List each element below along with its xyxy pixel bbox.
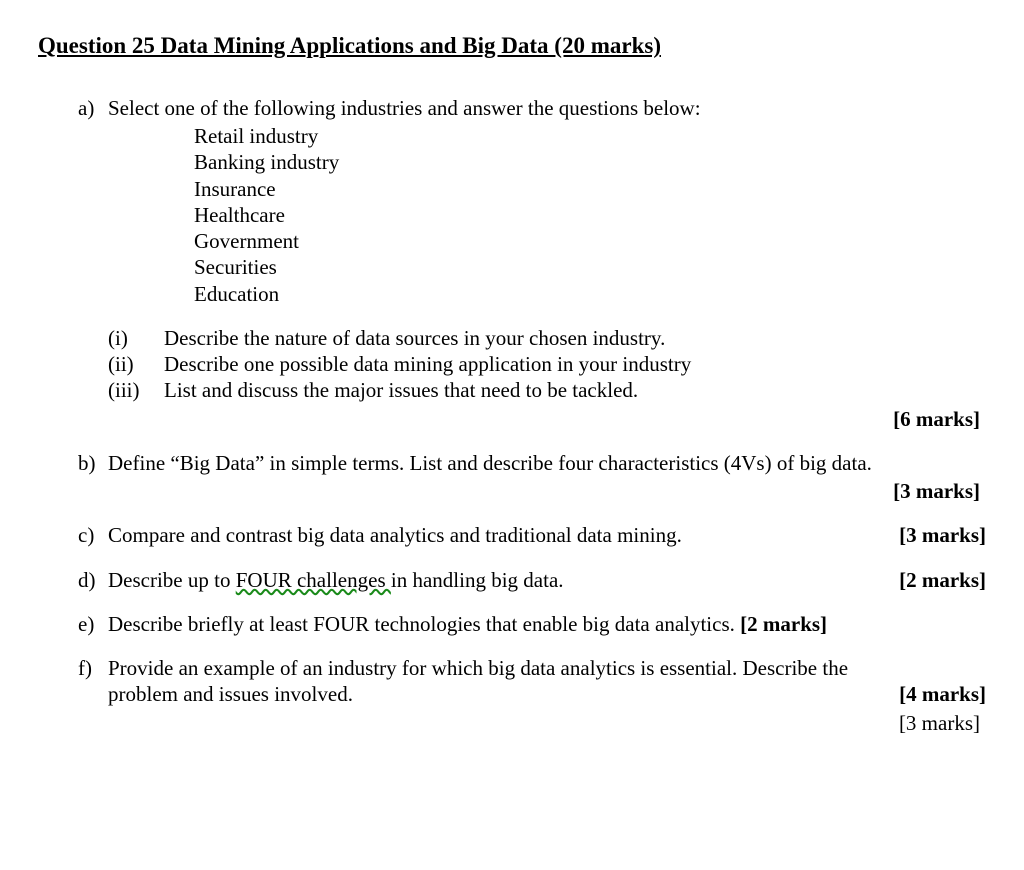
part-b-marks: [3 marks] xyxy=(108,478,986,504)
part-c-marks: [3 marks] xyxy=(899,522,986,548)
part-e-label: e) xyxy=(78,611,108,637)
part-e-marks: [2 marks] xyxy=(740,612,827,636)
part-a-label: a) xyxy=(78,95,108,432)
part-d-label: d) xyxy=(78,567,108,593)
industry-item: Education xyxy=(194,281,986,307)
part-e-text: Describe briefly at least FOUR technolog… xyxy=(108,612,740,636)
part-c-label: c) xyxy=(78,522,108,548)
part-a-prompt: Select one of the following industries a… xyxy=(108,95,986,121)
part-d-text: Describe up to FOUR challenges in handli… xyxy=(108,567,859,593)
sub-ii-label: (ii) xyxy=(108,351,164,377)
part-f: f) Provide an example of an industry for… xyxy=(78,655,986,736)
industry-item: Insurance xyxy=(194,176,986,202)
part-a-subquestions: (i) Describe the nature of data sources … xyxy=(108,325,986,404)
part-b-text: Define “Big Data” in simple terms. List … xyxy=(108,450,986,476)
part-f-text: Provide an example of an industry for wh… xyxy=(108,655,859,708)
part-a-marks: [6 marks] xyxy=(108,406,986,432)
sub-ii-text: Describe one possible data mining applic… xyxy=(164,351,691,377)
part-f-marks: [4 marks] xyxy=(899,681,986,707)
sub-i-label: (i) xyxy=(108,325,164,351)
industry-item: Banking industry xyxy=(194,149,986,175)
part-d: d) Describe up to FOUR challenges in han… xyxy=(78,567,986,593)
sub-iii-label: (iii) xyxy=(108,377,164,403)
part-d-suffix: in handling big data. xyxy=(391,568,564,592)
sub-iii-text: List and discuss the major issues that n… xyxy=(164,377,638,403)
part-f-label: f) xyxy=(78,655,108,736)
part-b: b) Define “Big Data” in simple terms. Li… xyxy=(78,450,986,505)
part-c: c) Compare and contrast big data analyti… xyxy=(78,522,986,548)
industry-item: Securities xyxy=(194,254,986,280)
part-b-label: b) xyxy=(78,450,108,505)
part-f-marks2: [3 marks] xyxy=(108,710,986,736)
part-e-line: Describe briefly at least FOUR technolog… xyxy=(108,611,986,637)
part-d-prefix: Describe up to xyxy=(108,568,236,592)
question-title: Question 25 Data Mining Applications and… xyxy=(38,32,986,61)
industry-list: Retail industry Banking industry Insuran… xyxy=(194,123,986,307)
part-d-marks: [2 marks] xyxy=(899,567,986,593)
part-a: a) Select one of the following industrie… xyxy=(78,95,986,432)
industry-item: Retail industry xyxy=(194,123,986,149)
sub-i-text: Describe the nature of data sources in y… xyxy=(164,325,665,351)
industry-item: Government xyxy=(194,228,986,254)
part-e: e) Describe briefly at least FOUR techno… xyxy=(78,611,986,637)
part-c-text: Compare and contrast big data analytics … xyxy=(108,522,859,548)
part-d-wavy: FOUR challenges xyxy=(236,568,391,592)
industry-item: Healthcare xyxy=(194,202,986,228)
